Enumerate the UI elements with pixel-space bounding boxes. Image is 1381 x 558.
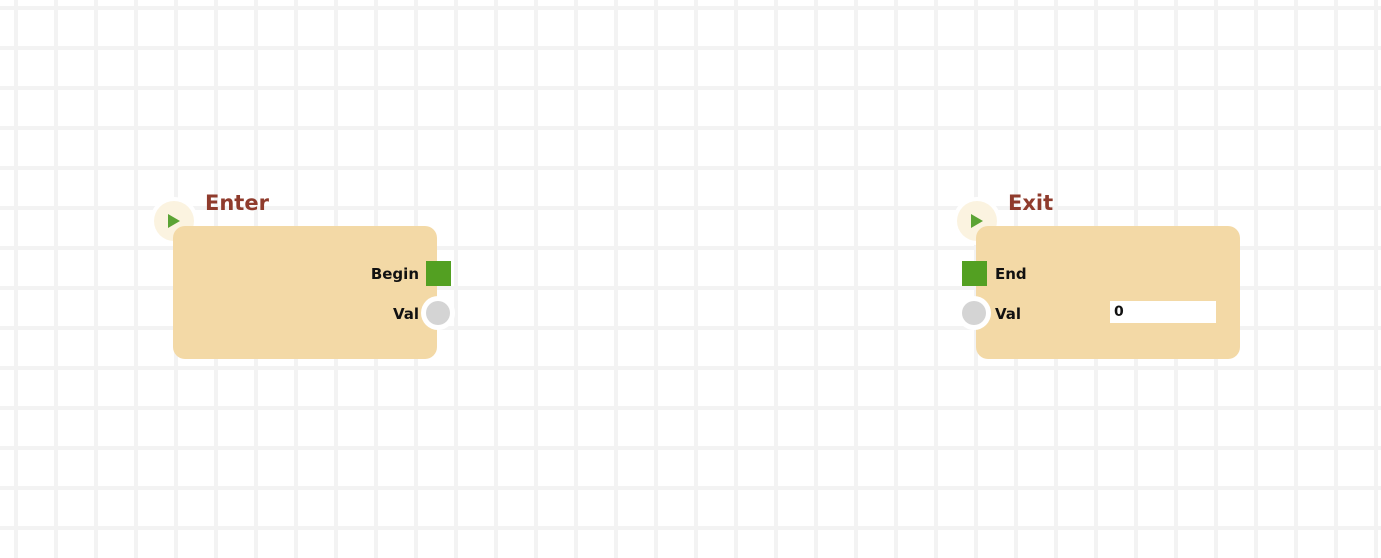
end-flow-input-pin[interactable] (962, 261, 987, 286)
output-label-begin: Begin (370, 265, 419, 283)
output-label-val: Val (392, 305, 419, 323)
enter-node-body: Begin Val (173, 226, 437, 359)
val-data-output-pin[interactable] (421, 296, 455, 330)
input-label-end: End (995, 265, 1027, 283)
begin-flow-output-pin[interactable] (426, 261, 451, 286)
val-data-input-pin[interactable] (957, 296, 991, 330)
node-title-exit: Exit (1008, 191, 1054, 215)
graph-canvas[interactable]: Enter Begin Val Exit End Val (0, 0, 1381, 558)
node-title-enter: Enter (205, 191, 269, 215)
enter-node[interactable]: Enter Begin Val (150, 191, 530, 391)
exit-node[interactable]: Exit End Val (953, 191, 1333, 391)
exit-node-body: End Val (976, 226, 1240, 359)
input-label-val: Val (995, 305, 1022, 323)
val-input-field[interactable] (1110, 301, 1216, 323)
